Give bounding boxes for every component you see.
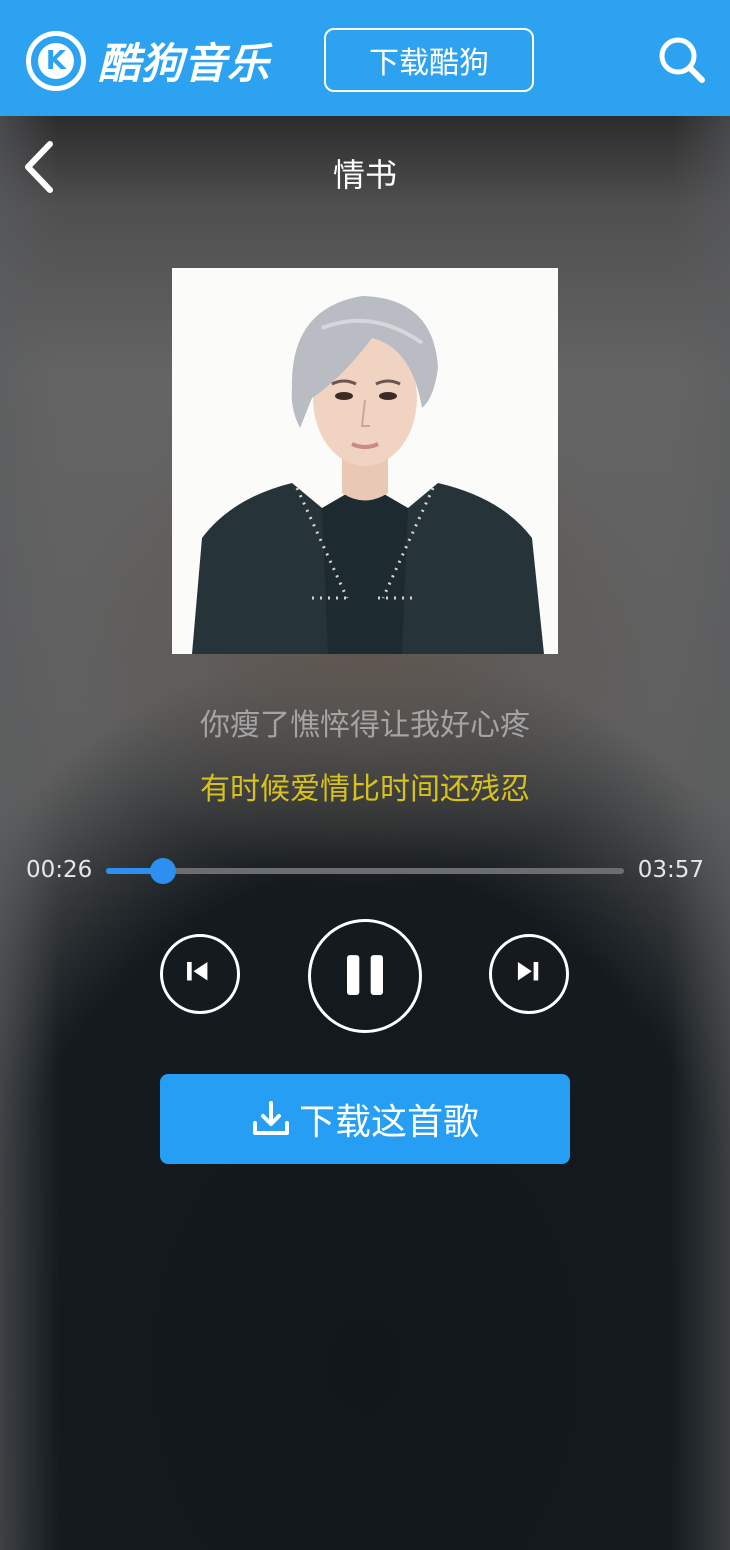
- logo-mark-letter: K: [45, 45, 67, 76]
- album-cover: [172, 268, 558, 654]
- progress-handle[interactable]: [149, 858, 176, 884]
- download-app-button[interactable]: 下载酷狗: [324, 28, 534, 92]
- kugou-logo[interactable]: K 酷狗音乐: [26, 30, 270, 91]
- pause-icon[interactable]: [308, 919, 422, 1033]
- lyric-current-line: 有时候爱情比时间还残忍: [200, 772, 530, 807]
- download-song-label: 下载这首歌: [298, 1102, 479, 1143]
- download-icon: [252, 1101, 289, 1135]
- download-song-button[interactable]: 下载这首歌: [160, 1074, 570, 1164]
- app: K 酷狗音乐 下载酷狗 情书 你瘦了憔悴得让我好心疼 有时候爱情比时间还残忍 0…: [0, 0, 730, 1550]
- progress-bar[interactable]: [106, 858, 624, 884]
- current-time: 00:26: [26, 857, 93, 883]
- skip-previous-icon[interactable]: [160, 934, 240, 1014]
- player-topbar: 情书: [0, 116, 730, 226]
- lyric-previous-line: 你瘦了憔悴得让我好心疼: [200, 708, 530, 743]
- search-icon[interactable]: [656, 34, 708, 86]
- song-title: 情书: [332, 156, 397, 194]
- total-time: 03:57: [637, 857, 704, 883]
- header-bar: K 酷狗音乐 下载酷狗: [0, 0, 730, 116]
- logo-text: 酷狗音乐: [98, 39, 271, 88]
- skip-next-icon[interactable]: [489, 934, 569, 1014]
- logo-mark-icon: K: [26, 30, 86, 91]
